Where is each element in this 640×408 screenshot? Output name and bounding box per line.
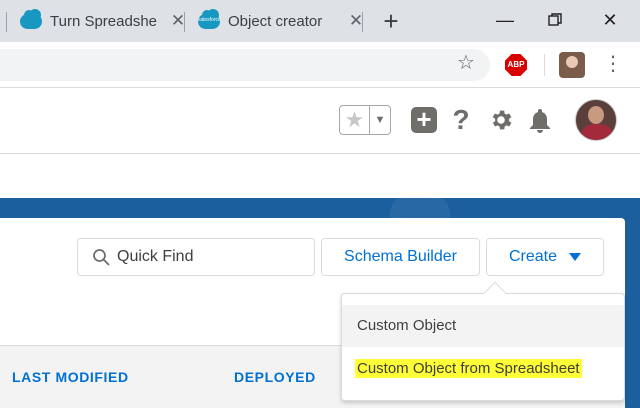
setup-gear-icon[interactable] (487, 104, 515, 136)
menu-item-custom-object-label[interactable]: Custom Object (357, 317, 456, 334)
create-button-label: Create (508, 248, 558, 265)
global-actions-plus-icon[interactable]: + (411, 106, 437, 133)
tab-title: Object creator (228, 12, 323, 30)
avatar-face (588, 106, 604, 124)
favicon-text: salesforce (198, 16, 221, 23)
schema-builder-button[interactable]: Schema Builder (321, 238, 480, 276)
bookmark-star-icon[interactable]: ☆ (455, 52, 477, 74)
favorites-button-group[interactable]: ★ ▼ (339, 105, 391, 135)
highlighted-label: Custom Object from Spreadsheet (355, 359, 582, 378)
bell-shape (530, 109, 550, 133)
caret-down-icon (569, 253, 582, 261)
restore-icon (548, 13, 562, 26)
column-header-last-modified[interactable]: LAST MODIFIED (12, 369, 129, 385)
search-icon (93, 249, 110, 266)
browser-tab-object-creator[interactable]: salesforce Object creator ✕ (198, 0, 364, 42)
browser-tab-turn-spreadsheet[interactable]: Turn Spreadshe ✕ (20, 0, 186, 42)
tab-separator (362, 12, 363, 32)
menu-item-custom-object-from-spreadsheet[interactable]: Custom Object from Spreadsheet (355, 359, 582, 378)
help-icon[interactable]: ? (448, 104, 474, 136)
tab-separator (184, 12, 185, 32)
minimize-window-button[interactable]: — (485, 4, 525, 36)
avatar-shirt (580, 124, 614, 140)
quick-find-input[interactable] (117, 245, 307, 269)
more-menu-icon[interactable]: ⋮ (603, 50, 623, 78)
favorite-star-icon[interactable]: ★ (340, 106, 370, 134)
new-tab-button[interactable]: + (378, 6, 404, 36)
salesforce-cloud-icon (20, 8, 42, 29)
close-window-button[interactable]: ✕ (590, 4, 630, 36)
gear-shape (492, 110, 512, 130)
notifications-bell-icon[interactable] (526, 104, 554, 136)
user-avatar[interactable] (575, 99, 617, 141)
address-bar[interactable] (0, 49, 490, 81)
salesforce-cloud-icon: salesforce (198, 8, 221, 29)
tab-separator (6, 12, 7, 32)
maximize-window-button[interactable] (535, 4, 575, 36)
browser-profile-icon[interactable] (559, 52, 585, 78)
create-button[interactable]: Create (486, 238, 604, 276)
toolbar-separator (544, 54, 545, 76)
tab-title: Turn Spreadshe (50, 12, 158, 30)
page-subheader (0, 154, 640, 198)
column-header-deployed[interactable]: DEPLOYED (234, 369, 316, 385)
chevron-down-icon[interactable]: ▼ (370, 106, 390, 134)
